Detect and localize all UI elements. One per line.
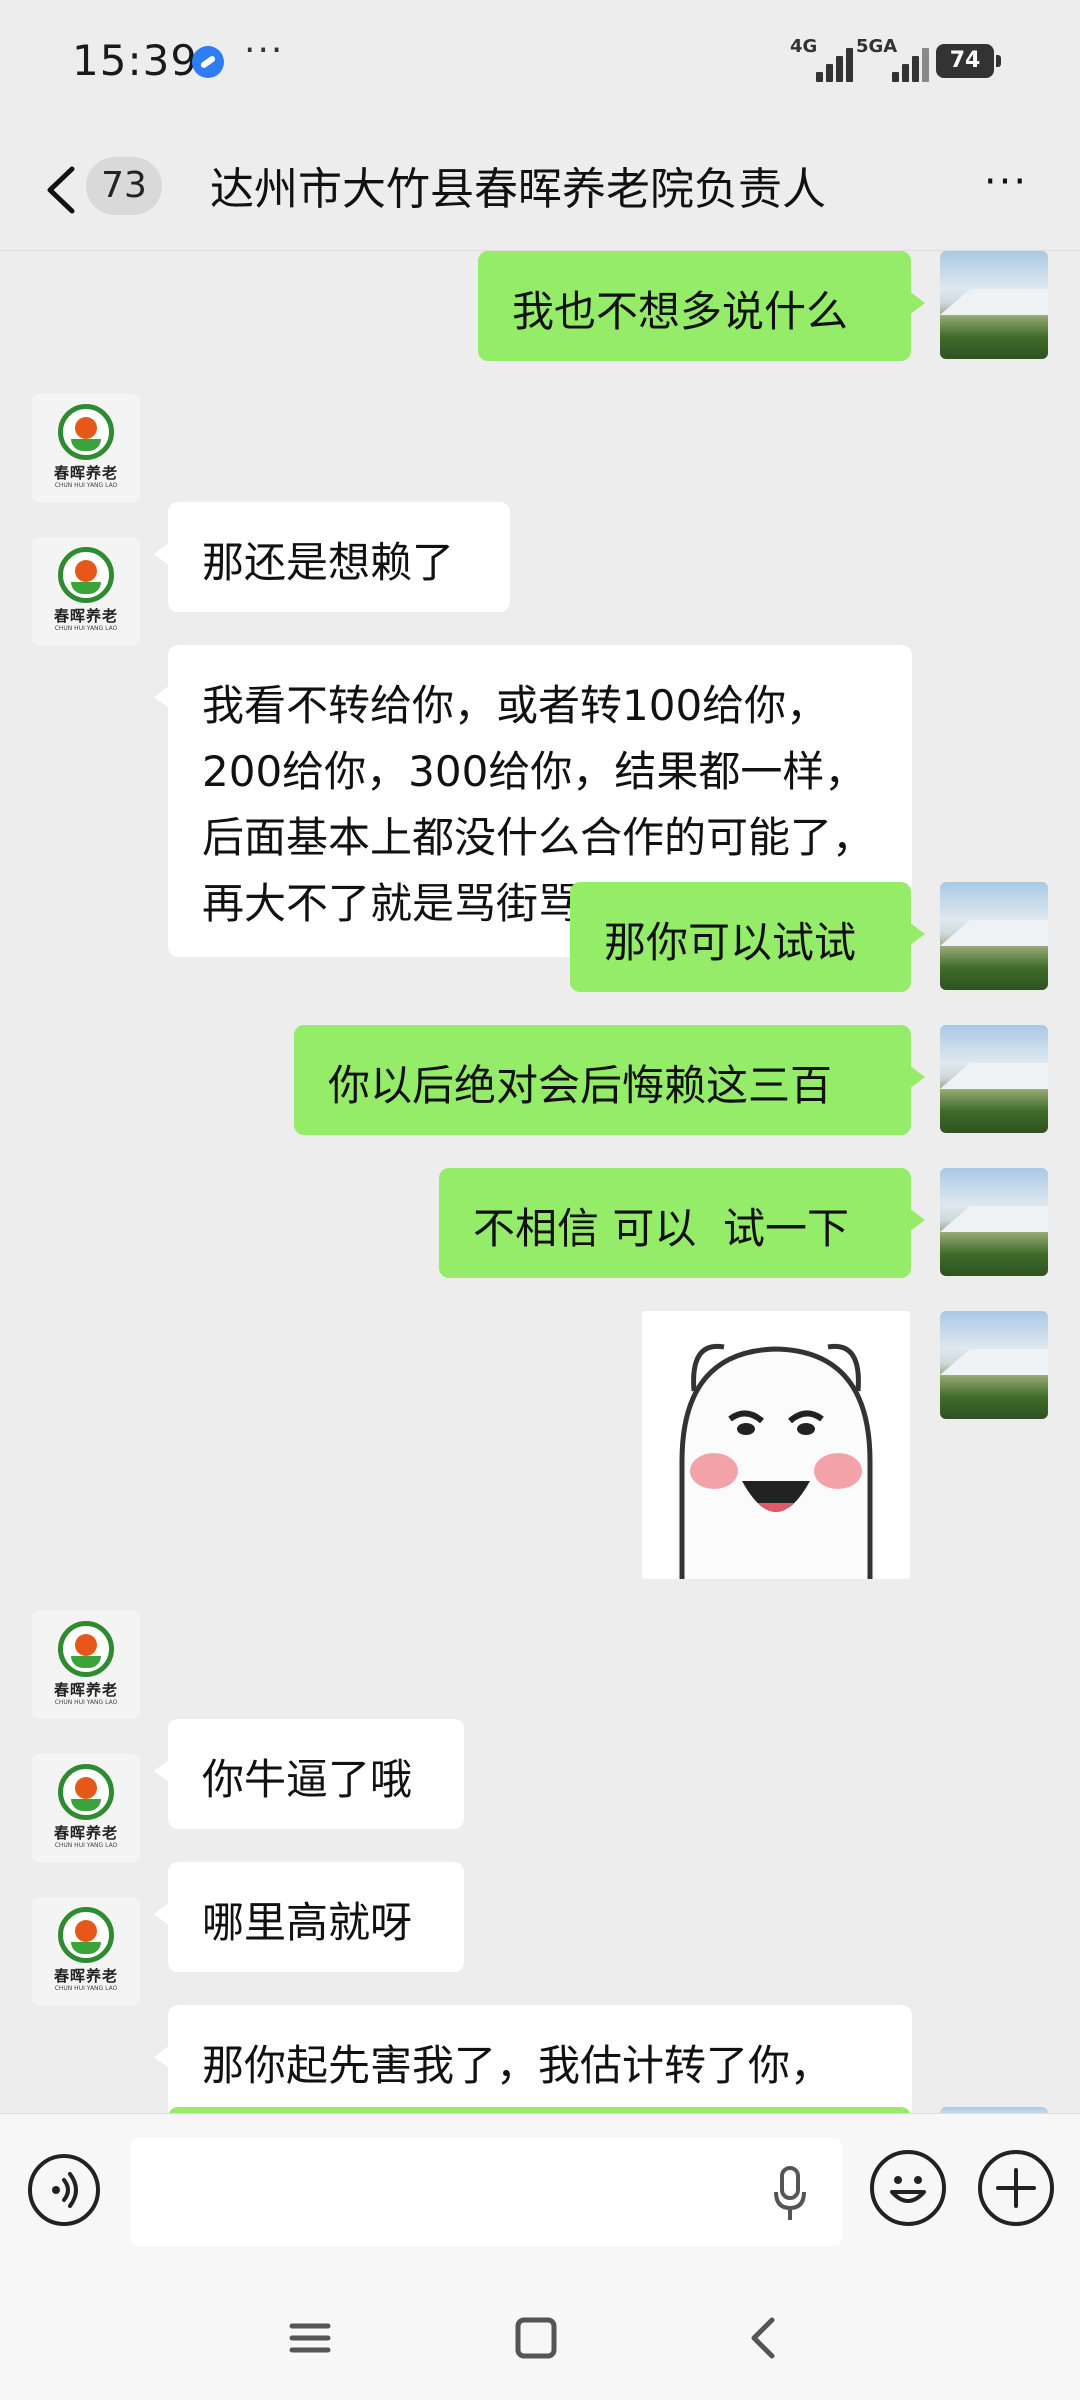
logo-subtitle: CHUN HUI YANG LAO — [54, 1699, 118, 1706]
logo-subtitle: CHUN HUI YANG LAO — [54, 1985, 118, 1992]
message-row: 你以后绝对会后悔赖这三百 — [0, 1025, 1080, 1135]
contact-avatar[interactable]: 春晖养老 CHUN HUI YANG LAO — [32, 394, 140, 502]
emoji-button[interactable] — [870, 2150, 946, 2226]
app-notification-icon — [192, 46, 224, 78]
logo-name: 春晖养老 — [53, 607, 118, 625]
message-row: 春晖养老 CHUN HUI YANG LAO 哪里高就呀 — [0, 1754, 1080, 1972]
logo-emblem-icon — [58, 404, 114, 460]
microphone-icon[interactable] — [770, 2164, 810, 2224]
logo-subtitle: CHUN HUI YANG LAO — [54, 625, 118, 632]
more-options-button[interactable]: ··· — [976, 157, 1036, 217]
self-avatar[interactable] — [940, 251, 1048, 359]
chat-title: 达州市大竹县春晖养老院负责人 — [210, 164, 826, 215]
message-row: 不相信 可以 试一下 — [0, 1168, 1080, 1278]
message-row: 春晖养老 CHUN HUI YANG LAO 你牛逼了哦 — [0, 1611, 1080, 1829]
plus-icon — [996, 2168, 1036, 2208]
message-bubble-self[interactable]: 你以后绝对会后悔赖这三百 — [294, 1025, 925, 1135]
sticker-image[interactable] — [642, 1311, 910, 1579]
message-list[interactable]: 我也不想多说什么 春晖养老 CHUN HUI YANG LAO 那还是想赖了 春… — [0, 251, 1080, 2113]
message-row: 春晖养老 CHUN HUI YANG LAO 我看不转给你，或者转100给你，2… — [0, 537, 1080, 957]
system-navigation-bar — [0, 2278, 1080, 2400]
chat-header: 73 达州市大竹县春晖养老院负责人 ··· — [0, 135, 1080, 245]
self-avatar[interactable] — [940, 1025, 1048, 1133]
contact-avatar[interactable]: 春晖养老 CHUN HUI YANG LAO — [32, 1897, 140, 2005]
logo-emblem-icon — [58, 1764, 114, 1820]
contact-avatar[interactable]: 春晖养老 CHUN HUI YANG LAO — [32, 1611, 140, 1719]
message-row: 春晖养老 CHUN HUI YANG LAO 那你起先害我了，我估计转了你，30… — [0, 1897, 1080, 2113]
emoji-icon — [890, 2176, 926, 2203]
self-avatar[interactable] — [940, 882, 1048, 990]
voice-icon — [52, 2172, 78, 2208]
message-bubble-self[interactable]: 我也不想多说什么 — [478, 251, 925, 361]
contact-avatar[interactable]: 春晖养老 CHUN HUI YANG LAO — [32, 537, 140, 645]
message-row: 那你可以试试 — [0, 882, 1080, 992]
status-bar: 15:39 ··· 4G 5GA 74 — [0, 0, 1080, 120]
status-more-icon: ··· — [244, 30, 285, 71]
logo-name: 春晖养老 — [53, 1967, 118, 1985]
message-row: 我也不想多说什么 — [0, 251, 1080, 361]
home-square-icon[interactable] — [506, 2308, 566, 2368]
signal-bars-icon — [816, 46, 858, 82]
laughing-face-sticker-icon — [642, 1311, 910, 1579]
logo-name: 春晖养老 — [53, 1824, 118, 1842]
contact-avatar[interactable]: 春晖养老 CHUN HUI YANG LAO — [32, 1754, 140, 1862]
network-label-4g: 4G — [790, 36, 818, 57]
message-input[interactable] — [130, 2138, 842, 2246]
input-bar — [0, 2113, 1080, 2279]
self-avatar[interactable] — [940, 1168, 1048, 1276]
message-row — [0, 1311, 1080, 1579]
unread-count-badge[interactable]: 73 — [86, 157, 162, 215]
logo-emblem-icon — [58, 1907, 114, 1963]
message-bubble-other[interactable]: 那你起先害我了，我估计转了你，300 400的，你一样玩儿我啊 — [154, 2005, 912, 2113]
status-time: 15:39 — [72, 36, 199, 85]
menu-icon[interactable] — [280, 2308, 340, 2368]
logo-subtitle: CHUN HUI YANG LAO — [54, 1842, 118, 1849]
back-triangle-icon[interactable] — [734, 2308, 794, 2368]
voice-toggle-button[interactable] — [28, 2154, 100, 2226]
message-bubble-self[interactable]: 那你可以试试 — [570, 882, 925, 992]
logo-emblem-icon — [58, 1621, 114, 1677]
signal-bars-icon — [892, 46, 934, 82]
message-row: 春晖养老 CHUN HUI YANG LAO 那还是想赖了 — [0, 394, 1080, 612]
logo-subtitle: CHUN HUI YANG LAO — [54, 482, 118, 489]
more-functions-button[interactable] — [978, 2150, 1054, 2226]
message-bubble-self[interactable]: 不相信 可以 试一下 — [439, 1168, 925, 1278]
battery-indicator: 74 — [936, 44, 1001, 78]
logo-name: 春晖养老 — [53, 1681, 118, 1699]
logo-name: 春晖养老 — [53, 464, 118, 482]
back-arrow-icon[interactable] — [42, 163, 82, 217]
logo-emblem-icon — [58, 547, 114, 603]
self-avatar[interactable] — [940, 1311, 1048, 1419]
